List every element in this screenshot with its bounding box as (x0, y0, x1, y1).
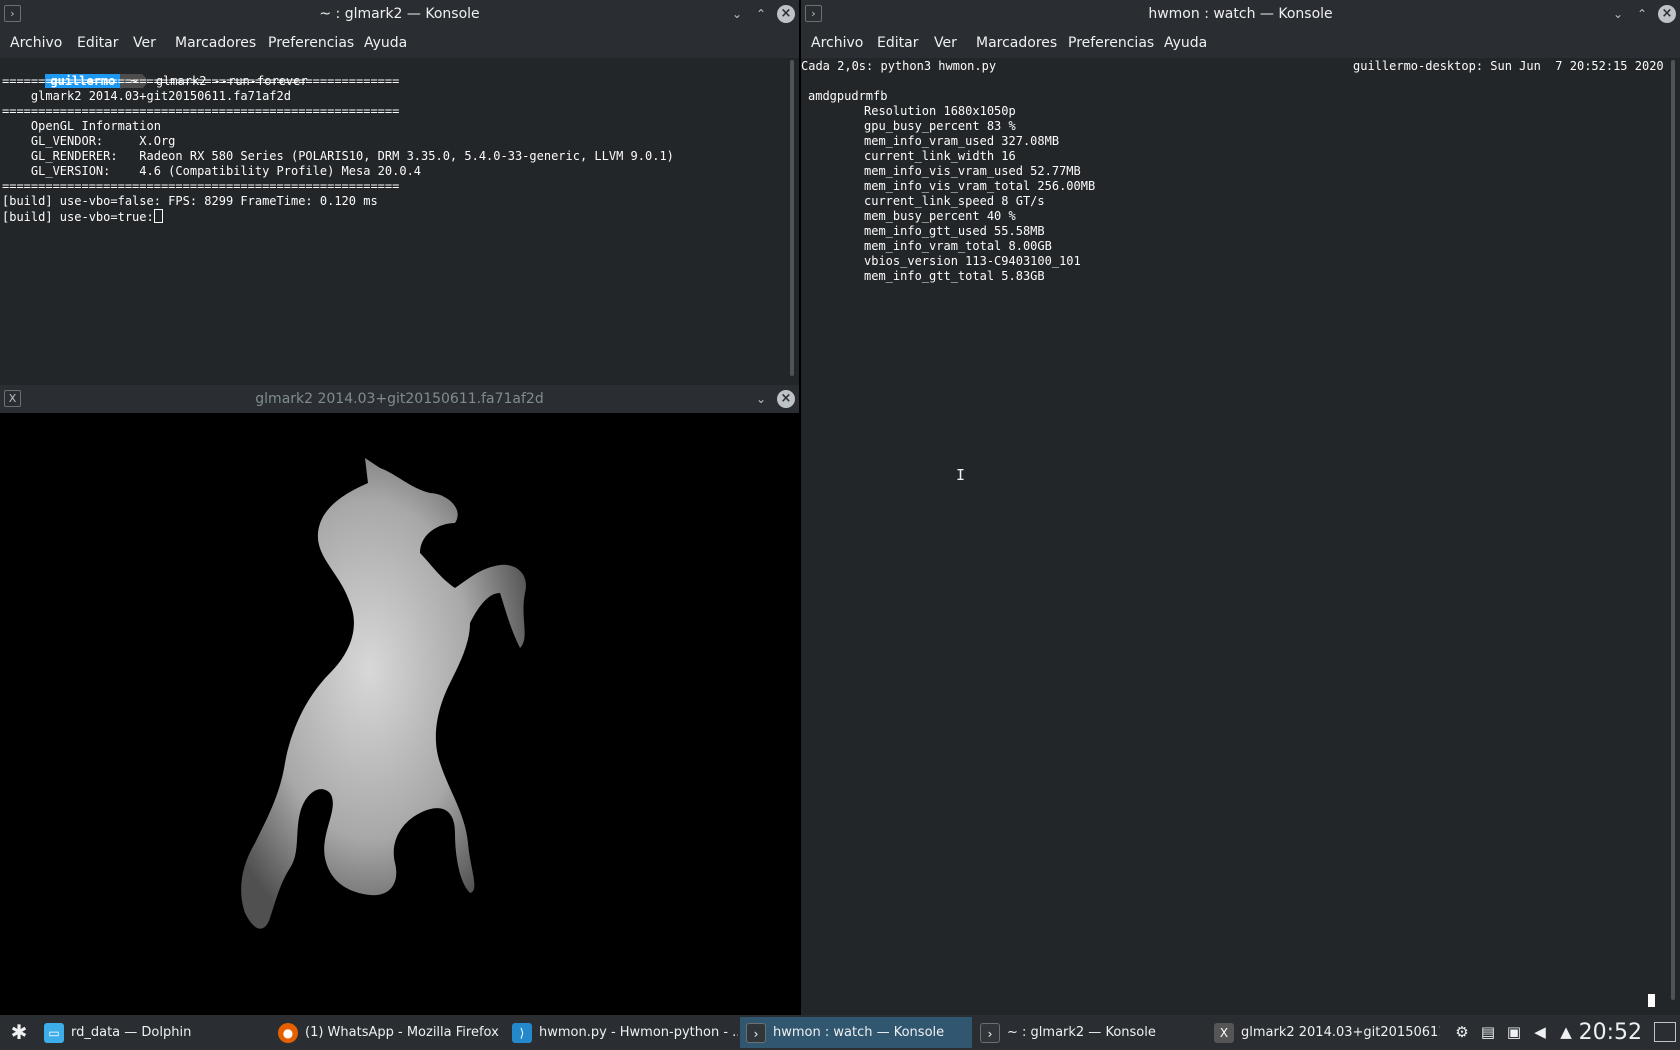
stat-line: mem_info_vis_vram_used 52.77MB (864, 164, 1081, 178)
terminal-line: [build] use-vbo=true: (2, 209, 163, 225)
firefox-icon: ● (278, 1023, 298, 1043)
watch-header-left: Cada 2,0s: python3 hwmon.py (801, 59, 997, 73)
menu-ver[interactable]: Ver (133, 28, 156, 58)
show-desktop-button[interactable] (1654, 1022, 1676, 1042)
scrollbar[interactable] (785, 58, 799, 385)
stat-line: gpu_busy_percent 83 % (864, 119, 1016, 133)
block-cursor (1648, 994, 1655, 1007)
terminal-line: GL_VENDOR: X.Org (2, 134, 176, 148)
left-konsole-window[interactable]: › ~ : glmark2 — Konsole ⌄ ⌃ × Archivo Ed… (0, 0, 799, 385)
stat-line: mem_info_gtt_used 55.58MB (864, 224, 1045, 238)
terminal-line: GL_VERSION: 4.6 (Compatibility Profile) … (2, 164, 422, 178)
konsole-icon: › (746, 1023, 766, 1043)
close-icon[interactable]: × (1658, 5, 1676, 23)
task-label: hwmon : watch — Konsole (773, 1025, 945, 1040)
network-icon[interactable]: ▣ (1504, 1015, 1524, 1050)
left-konsole-titlebar[interactable]: › ~ : glmark2 — Konsole ⌄ ⌃ × (0, 0, 799, 28)
window-title: hwmon : watch — Konsole (1148, 6, 1333, 22)
stat-line: mem_info_vis_vram_total 256.00MB (864, 179, 1096, 193)
terminal-line: [build] use-vbo=false: FPS: 8299 FrameTi… (2, 194, 378, 208)
menu-preferencias[interactable]: Preferencias (1068, 28, 1154, 58)
menu-archivo[interactable]: Archivo (10, 28, 62, 58)
device-name: amdgpudrmfb (808, 89, 888, 103)
stat-line: current_link_speed 8 GT/s (864, 194, 1045, 208)
right-konsole-titlebar[interactable]: › hwmon : watch — Konsole ⌄ ⌃ × (801, 0, 1680, 28)
maximize-icon[interactable]: ⌃ (751, 4, 771, 24)
task-label: rd_data — Dolphin (71, 1025, 192, 1040)
minimize-icon[interactable]: ⌄ (727, 4, 747, 24)
ibeam-cursor-icon: I (956, 466, 966, 484)
terminal-line: ========================================… (2, 179, 400, 193)
task-label: hwmon.py - Hwmon-python - ... (539, 1025, 738, 1040)
stat-line: mem_info_vram_total 8.00GB (864, 239, 1052, 253)
minimize-icon[interactable]: ⌄ (751, 389, 771, 409)
stat-line: vbios_version 113-C9403100_101 (864, 254, 1081, 268)
terminal-area[interactable]: Cada 2,0s: python3 hwmon.py guillermo-de… (801, 58, 1666, 1015)
glmark-titlebar[interactable]: X glmark2 2014.03+git20150611.fa71af2d ⌄… (0, 385, 799, 413)
menu-editar[interactable]: Editar (877, 28, 918, 58)
task-dolphin[interactable]: ▭ rd_data — Dolphin (38, 1017, 270, 1048)
x-icon: X (1214, 1023, 1234, 1043)
kde-connect-icon[interactable]: ⚙ (1452, 1015, 1472, 1050)
scrollbar-thumb[interactable] (1671, 60, 1675, 1000)
opengl-render-area (0, 413, 799, 1015)
task-label: (1) WhatsApp - Mozilla Firefox (305, 1025, 499, 1040)
clock[interactable]: 20:52 (1579, 1015, 1642, 1050)
app-launcher-icon[interactable]: ✱ (6, 1019, 32, 1045)
stat-line: Resolution 1680x1050p (864, 104, 1016, 118)
konsole-icon: › (980, 1023, 1000, 1043)
horse-render (241, 458, 526, 929)
terminal-line-text: [build] use-vbo=true: (2, 210, 154, 224)
scrollbar[interactable] (1666, 58, 1680, 1015)
terminal-line: glmark2 2014.03+git20150611.fa71af2d (2, 89, 291, 103)
glmark-window[interactable]: X glmark2 2014.03+git20150611.fa71af2d ⌄… (0, 385, 799, 1015)
stat-line: current_link_width 16 (864, 149, 1016, 163)
close-icon[interactable]: × (777, 390, 795, 408)
clipboard-icon[interactable]: ▤ (1478, 1015, 1498, 1050)
menu-ver[interactable]: Ver (934, 28, 957, 58)
task-glmark-window[interactable]: X glmark2 2014.03+git20150611... (1208, 1017, 1440, 1048)
terminal-line: GL_RENDERER: Radeon RX 580 Series (POLAR… (2, 149, 674, 163)
task-glmark-konsole[interactable]: › ~ : glmark2 — Konsole (974, 1017, 1206, 1048)
maximize-icon[interactable]: ⌃ (1632, 4, 1652, 24)
task-label: glmark2 2014.03+git20150611... (1241, 1025, 1440, 1040)
menu-archivo[interactable]: Archivo (811, 28, 863, 58)
menu-marcadores[interactable]: Marcadores (175, 28, 256, 58)
task-firefox[interactable]: ● (1) WhatsApp - Mozilla Firefox (272, 1017, 504, 1048)
menubar: Archivo Editar Ver Marcadores Preferenci… (0, 28, 799, 58)
task-hwmon-konsole[interactable]: › hwmon : watch — Konsole (740, 1017, 972, 1048)
menu-marcadores[interactable]: Marcadores (976, 28, 1057, 58)
stat-line: mem_info_vram_used 327.08MB (864, 134, 1060, 148)
close-icon[interactable]: × (777, 5, 795, 23)
terminal-line: ========================================… (2, 74, 400, 88)
terminal-line: ========================================… (2, 104, 400, 118)
terminal-area[interactable]: guillermo ~ glmark2 --run-forever =======… (0, 58, 785, 385)
tray-expand-icon[interactable]: ▲ (1556, 1015, 1576, 1050)
scrollbar-thumb[interactable] (790, 60, 794, 376)
menu-editar[interactable]: Editar (77, 28, 118, 58)
folder-icon: ▭ (44, 1023, 64, 1043)
konsole-icon: › (805, 5, 822, 22)
window-title: glmark2 2014.03+git20150611.fa71af2d (255, 391, 544, 407)
menubar: Archivo Editar Ver Marcadores Preferenci… (801, 28, 1680, 58)
horse-shape (241, 458, 526, 929)
minimize-icon[interactable]: ⌄ (1608, 4, 1628, 24)
x-icon: X (4, 390, 21, 407)
task-label: ~ : glmark2 — Konsole (1007, 1025, 1156, 1040)
text-cursor (153, 209, 163, 223)
task-vscode[interactable]: ⟩ hwmon.py - Hwmon-python - ... (506, 1017, 738, 1048)
menu-preferencias[interactable]: Preferencias (268, 28, 354, 58)
watch-header-right: guillermo-desktop: Sun Jun 7 20:52:15 20… (1353, 59, 1664, 73)
right-konsole-window[interactable]: › hwmon : watch — Konsole ⌄ ⌃ × Archivo … (801, 0, 1680, 1015)
konsole-icon: › (4, 5, 21, 22)
vscode-icon: ⟩ (512, 1023, 532, 1043)
stat-line: mem_info_gtt_total 5.83GB (864, 269, 1045, 283)
stat-line: mem_busy_percent 40 % (864, 209, 1016, 223)
menu-ayuda[interactable]: Ayuda (1164, 28, 1207, 58)
menu-ayuda[interactable]: Ayuda (364, 28, 407, 58)
window-title: ~ : glmark2 — Konsole (319, 6, 480, 22)
volume-icon[interactable]: ◀ (1530, 1015, 1550, 1050)
taskbar: ✱ ▭ rd_data — Dolphin ● (1) WhatsApp - M… (0, 1015, 1680, 1050)
terminal-line: OpenGL Information (2, 119, 161, 133)
